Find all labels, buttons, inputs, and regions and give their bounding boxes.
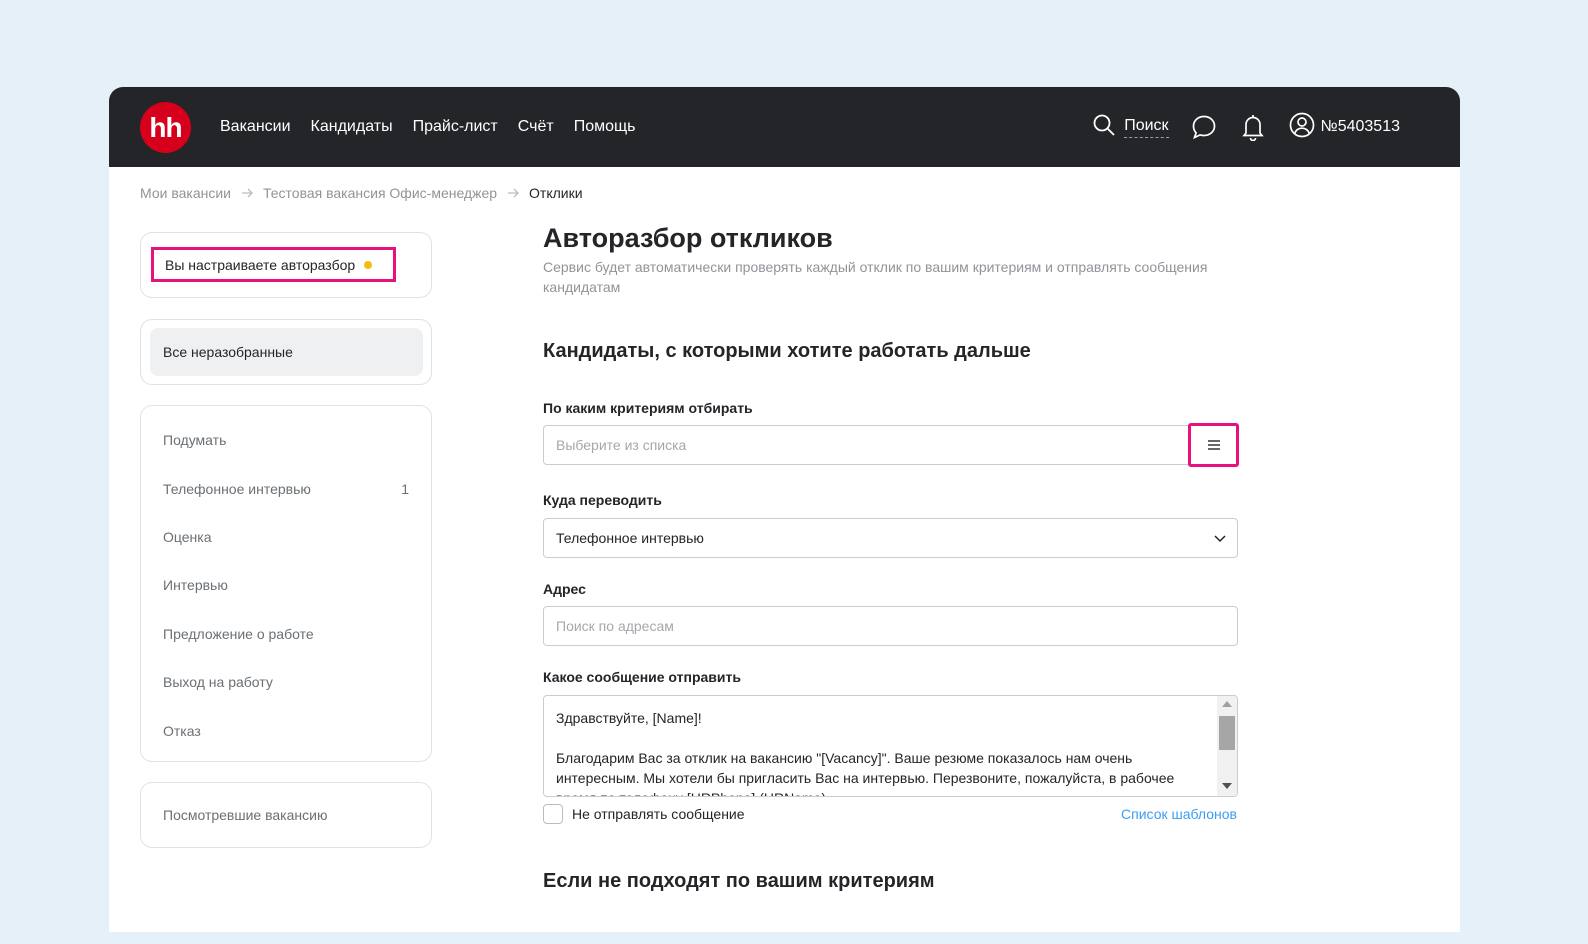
hh-logo[interactable]: hh	[140, 102, 191, 153]
app-window: hh Вакансии Кандидаты Прайс-лист Счёт По…	[109, 87, 1460, 932]
nav-price-list[interactable]: Прайс-лист	[413, 118, 498, 136]
address-placeholder: Поиск по адресам	[556, 618, 674, 634]
scroll-down-icon[interactable]	[1222, 783, 1232, 789]
arrow-right-icon	[241, 185, 253, 201]
autosort-status-card: Вы настраиваете авторазбор	[140, 232, 432, 298]
folder-label: Предложение о работе	[163, 625, 314, 642]
folder-label: Оценка	[163, 528, 212, 545]
folder-label: Интервью	[163, 577, 228, 594]
search-label[interactable]: Поиск	[1124, 117, 1169, 138]
address-label: Адрес	[543, 581, 586, 597]
folder-start-work[interactable]: Выход на работу	[141, 658, 431, 706]
criteria-placeholder: Выберите из списка	[556, 437, 687, 453]
folder-all-unsorted[interactable]: Все неразобранные	[150, 328, 423, 376]
autosort-status-text: Вы настраиваете авторазбор	[165, 256, 356, 273]
autosort-status-highlight[interactable]: Вы настраиваете авторазбор	[151, 247, 396, 282]
no-message-label: Не отправлять сообщение	[572, 806, 745, 822]
message-textarea[interactable]: Здравствуйте, [Name]! Благодарим Вас за …	[543, 695, 1238, 797]
top-navigation-bar: hh Вакансии Кандидаты Прайс-лист Счёт По…	[109, 87, 1460, 167]
message-scrollbar[interactable]	[1217, 696, 1237, 796]
nav-candidates[interactable]: Кандидаты	[311, 118, 393, 136]
criteria-label: По каким критериям отбирать	[543, 400, 753, 416]
menu-icon	[1207, 437, 1220, 453]
folder-job-offer[interactable]: Предложение о работе	[141, 610, 431, 658]
chevron-down-icon	[1213, 531, 1227, 548]
move-to-select[interactable]: Телефонное интервью	[543, 518, 1238, 558]
user-icon	[1289, 112, 1315, 143]
page-title: Авторазбор откликов	[543, 223, 833, 253]
move-to-value: Телефонное интервью	[556, 530, 704, 546]
arrow-right-icon	[507, 185, 519, 201]
address-input[interactable]: Поиск по адресам	[543, 606, 1238, 646]
bell-icon[interactable]	[1241, 113, 1265, 141]
search-button[interactable]: Поиск	[1092, 113, 1169, 142]
folders-card: Подумать Телефонное интервью 1 Оценка Инт…	[140, 405, 432, 762]
breadcrumb: Мои вакансии Тестовая вакансия Офис-мене…	[140, 185, 583, 201]
folder-rejection[interactable]: Отказ	[141, 706, 431, 754]
no-message-checkbox[interactable]	[543, 804, 563, 824]
move-to-label: Куда переводить	[543, 492, 662, 508]
account-menu[interactable]: №5403513	[1289, 112, 1400, 143]
folder-viewed-vacancy[interactable]: Посмотревшие вакансию	[140, 782, 432, 848]
folder-phone-interview[interactable]: Телефонное интервью 1	[141, 464, 431, 512]
account-id: №5403513	[1320, 118, 1400, 135]
breadcrumb-responses: Отклики	[529, 185, 583, 201]
breadcrumb-vacancy[interactable]: Тестовая вакансия Офис-менеджер	[263, 185, 497, 201]
folder-label: Телефонное интервью	[163, 480, 311, 497]
scroll-thumb[interactable]	[1219, 716, 1235, 750]
nav-help[interactable]: Помощь	[574, 118, 636, 136]
nav-invoice[interactable]: Счёт	[518, 118, 554, 136]
folder-count: 1	[401, 480, 409, 497]
folder-label: Подумать	[163, 432, 227, 449]
no-message-option[interactable]: Не отправлять сообщение	[543, 804, 745, 824]
folder-label: Посмотревшие вакансию	[163, 807, 328, 823]
search-icon	[1092, 113, 1116, 142]
message-text[interactable]: Здравствуйте, [Name]! Благодарим Вас за …	[556, 708, 1211, 796]
folder-interview[interactable]: Интервью	[141, 561, 431, 609]
folder-label: Выход на работу	[163, 674, 273, 691]
folder-assessment[interactable]: Оценка	[141, 513, 431, 561]
section-not-matching-title: Если не подходят по вашим критериям	[543, 870, 935, 892]
folder-think[interactable]: Подумать	[141, 416, 431, 464]
section-continue-title: Кандидаты, с которыми хотите работать да…	[543, 340, 1031, 362]
chat-icon[interactable]	[1191, 114, 1217, 140]
page-description: Сервис будет автоматически проверять каж…	[543, 259, 1208, 295]
folder-label: Отказ	[163, 722, 201, 739]
message-label: Какое сообщение отправить	[543, 669, 741, 685]
breadcrumb-my-vacancies[interactable]: Мои вакансии	[140, 185, 231, 201]
main-nav: Вакансии Кандидаты Прайс-лист Счёт Помощ…	[220, 87, 635, 167]
status-dot	[364, 260, 373, 269]
unsorted-card: Все неразобранные	[140, 319, 432, 385]
criteria-select[interactable]: Выберите из списка	[543, 423, 1239, 467]
templates-link[interactable]: Список шаблонов	[1121, 806, 1237, 822]
scroll-up-icon[interactable]	[1222, 701, 1232, 707]
header-actions: Поиск №5403513	[1092, 87, 1400, 167]
nav-vacancies[interactable]: Вакансии	[220, 118, 291, 136]
criteria-list-button[interactable]	[1188, 423, 1239, 467]
